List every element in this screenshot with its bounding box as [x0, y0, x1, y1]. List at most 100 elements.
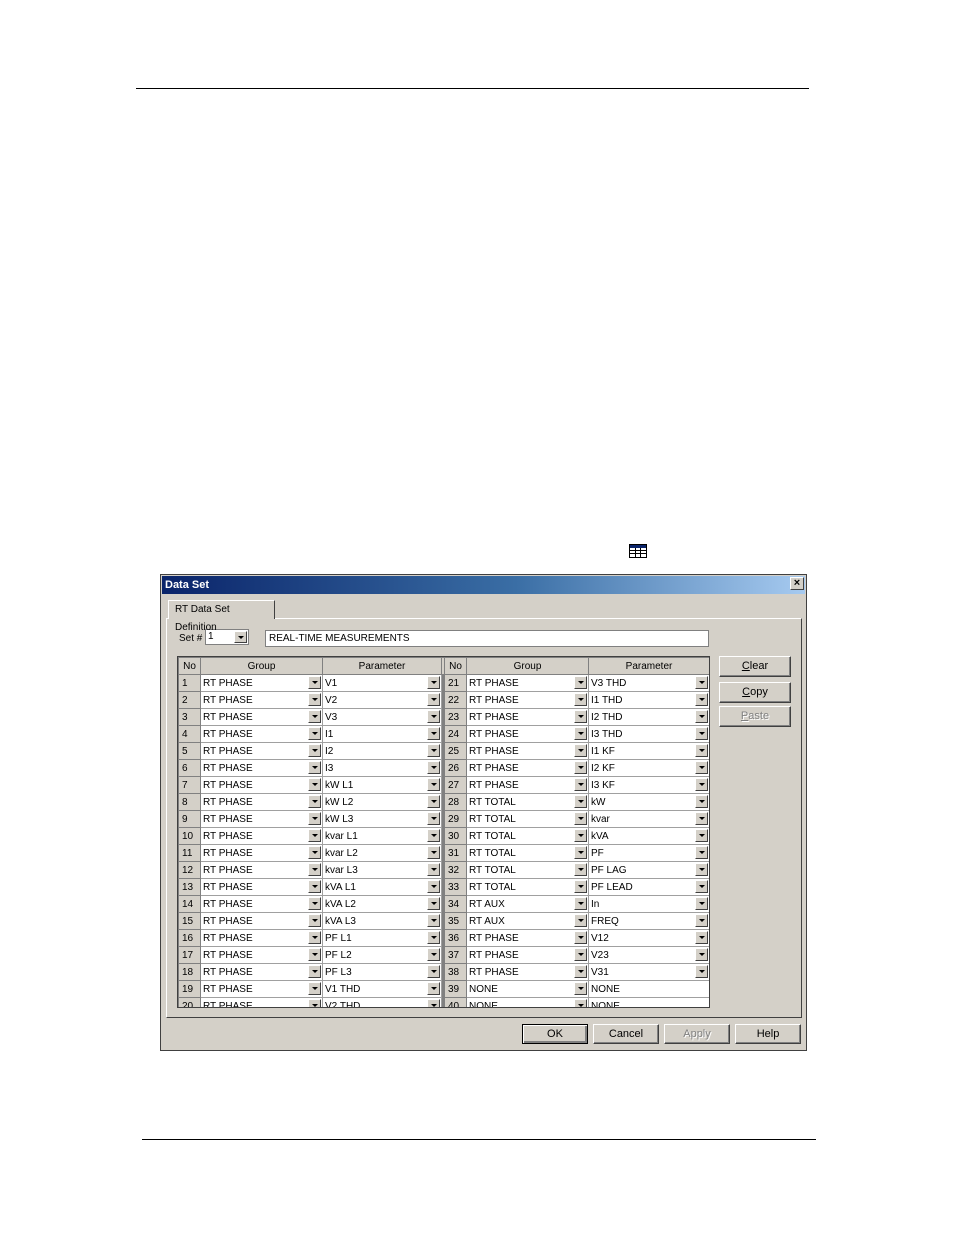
- group-select[interactable]: RT PHASE: [200, 776, 323, 794]
- chevron-down-icon[interactable]: [308, 999, 321, 1007]
- chevron-down-icon[interactable]: [574, 693, 587, 706]
- group-select[interactable]: RT TOTAL: [466, 810, 589, 828]
- chevron-down-icon[interactable]: [574, 727, 587, 740]
- chevron-down-icon[interactable]: [427, 829, 440, 842]
- parameter-select[interactable]: I3 KF: [588, 776, 709, 794]
- group-select[interactable]: RT PHASE: [200, 980, 323, 998]
- chevron-down-icon[interactable]: [574, 931, 587, 944]
- chevron-down-icon[interactable]: [574, 829, 587, 842]
- parameter-select[interactable]: V2: [322, 691, 442, 709]
- chevron-down-icon[interactable]: [308, 897, 321, 910]
- chevron-down-icon[interactable]: [427, 676, 440, 689]
- chevron-down-icon[interactable]: [308, 693, 321, 706]
- chevron-down-icon[interactable]: [574, 863, 587, 876]
- parameter-select[interactable]: kVA: [588, 827, 709, 845]
- group-select[interactable]: NONE: [466, 997, 589, 1007]
- apply-button[interactable]: Apply: [664, 1024, 730, 1044]
- parameter-select[interactable]: NONE: [588, 997, 709, 1007]
- clear-button[interactable]: Clear: [719, 656, 791, 677]
- chevron-down-icon[interactable]: [427, 863, 440, 876]
- chevron-down-icon[interactable]: [695, 914, 708, 927]
- chevron-down-icon[interactable]: [427, 710, 440, 723]
- group-select[interactable]: RT PHASE: [200, 895, 323, 913]
- chevron-down-icon[interactable]: [308, 880, 321, 893]
- chevron-down-icon[interactable]: [574, 795, 587, 808]
- chevron-down-icon[interactable]: [308, 846, 321, 859]
- group-select[interactable]: RT PHASE: [200, 827, 323, 845]
- parameter-select[interactable]: kW L3: [322, 810, 442, 828]
- chevron-down-icon[interactable]: [308, 761, 321, 774]
- group-select[interactable]: RT PHASE: [466, 759, 589, 777]
- chevron-down-icon[interactable]: [574, 897, 587, 910]
- parameter-select[interactable]: PF L2: [322, 946, 442, 964]
- group-select[interactable]: RT TOTAL: [466, 827, 589, 845]
- group-select[interactable]: RT PHASE: [200, 878, 323, 896]
- parameter-select[interactable]: In: [588, 895, 709, 913]
- parameter-select[interactable]: V2 THD: [322, 997, 442, 1007]
- chevron-down-icon[interactable]: [695, 948, 708, 961]
- group-select[interactable]: RT PHASE: [466, 691, 589, 709]
- parameter-select[interactable]: kW L2: [322, 793, 442, 811]
- group-select[interactable]: RT PHASE: [466, 725, 589, 743]
- parameter-select[interactable]: I2 THD: [588, 708, 709, 726]
- chevron-down-icon[interactable]: [427, 744, 440, 757]
- group-select[interactable]: RT PHASE: [200, 844, 323, 862]
- chevron-down-icon[interactable]: [574, 982, 587, 995]
- parameter-select[interactable]: I1: [322, 725, 442, 743]
- group-select[interactable]: RT TOTAL: [466, 861, 589, 879]
- chevron-down-icon[interactable]: [427, 965, 440, 978]
- chevron-down-icon[interactable]: [695, 897, 708, 910]
- chevron-down-icon[interactable]: [308, 931, 321, 944]
- group-select[interactable]: RT TOTAL: [466, 844, 589, 862]
- group-select[interactable]: RT PHASE: [200, 810, 323, 828]
- chevron-down-icon[interactable]: [427, 880, 440, 893]
- chevron-down-icon[interactable]: [695, 880, 708, 893]
- parameter-select[interactable]: kvar L1: [322, 827, 442, 845]
- chevron-down-icon[interactable]: [695, 778, 708, 791]
- parameter-select[interactable]: V3 THD: [588, 674, 709, 692]
- parameter-select[interactable]: PF LAG: [588, 861, 709, 879]
- chevron-down-icon[interactable]: [574, 744, 587, 757]
- chevron-down-icon[interactable]: [695, 863, 708, 876]
- chevron-down-icon[interactable]: [574, 846, 587, 859]
- chevron-down-icon[interactable]: [427, 812, 440, 825]
- group-select[interactable]: RT TOTAL: [466, 793, 589, 811]
- chevron-down-icon[interactable]: [695, 761, 708, 774]
- parameter-select[interactable]: V12: [588, 929, 709, 947]
- parameter-select[interactable]: kW: [588, 793, 709, 811]
- parameter-select[interactable]: kvar: [588, 810, 709, 828]
- parameter-select[interactable]: kVA L1: [322, 878, 442, 896]
- chevron-down-icon[interactable]: [695, 846, 708, 859]
- chevron-down-icon[interactable]: [574, 965, 587, 978]
- chevron-down-icon[interactable]: [695, 727, 708, 740]
- chevron-down-icon[interactable]: [574, 880, 587, 893]
- chevron-down-icon[interactable]: [695, 931, 708, 944]
- chevron-down-icon[interactable]: [574, 948, 587, 961]
- chevron-down-icon[interactable]: [308, 914, 321, 927]
- chevron-down-icon[interactable]: [308, 710, 321, 723]
- group-select[interactable]: RT PHASE: [466, 946, 589, 964]
- group-select[interactable]: RT PHASE: [466, 742, 589, 760]
- parameter-select[interactable]: kVA L2: [322, 895, 442, 913]
- group-select[interactable]: RT PHASE: [466, 929, 589, 947]
- chevron-down-icon[interactable]: [695, 795, 708, 808]
- chevron-down-icon[interactable]: [695, 710, 708, 723]
- group-select[interactable]: RT PHASE: [466, 674, 589, 692]
- chevron-down-icon[interactable]: [427, 914, 440, 927]
- group-select[interactable]: RT PHASE: [200, 929, 323, 947]
- group-select[interactable]: RT TOTAL: [466, 878, 589, 896]
- group-select[interactable]: RT PHASE: [200, 759, 323, 777]
- parameter-select[interactable]: I3: [322, 759, 442, 777]
- group-select[interactable]: RT PHASE: [200, 861, 323, 879]
- chevron-down-icon[interactable]: [308, 965, 321, 978]
- chevron-down-icon[interactable]: [308, 676, 321, 689]
- chevron-down-icon[interactable]: [427, 778, 440, 791]
- group-select[interactable]: RT PHASE: [200, 708, 323, 726]
- help-button[interactable]: Help: [735, 1024, 801, 1044]
- parameter-select[interactable]: PF LEAD: [588, 878, 709, 896]
- group-select[interactable]: RT AUX: [466, 895, 589, 913]
- chevron-down-icon[interactable]: [308, 982, 321, 995]
- close-icon[interactable]: ×: [790, 577, 804, 590]
- chevron-down-icon[interactable]: [308, 948, 321, 961]
- chevron-down-icon[interactable]: [695, 744, 708, 757]
